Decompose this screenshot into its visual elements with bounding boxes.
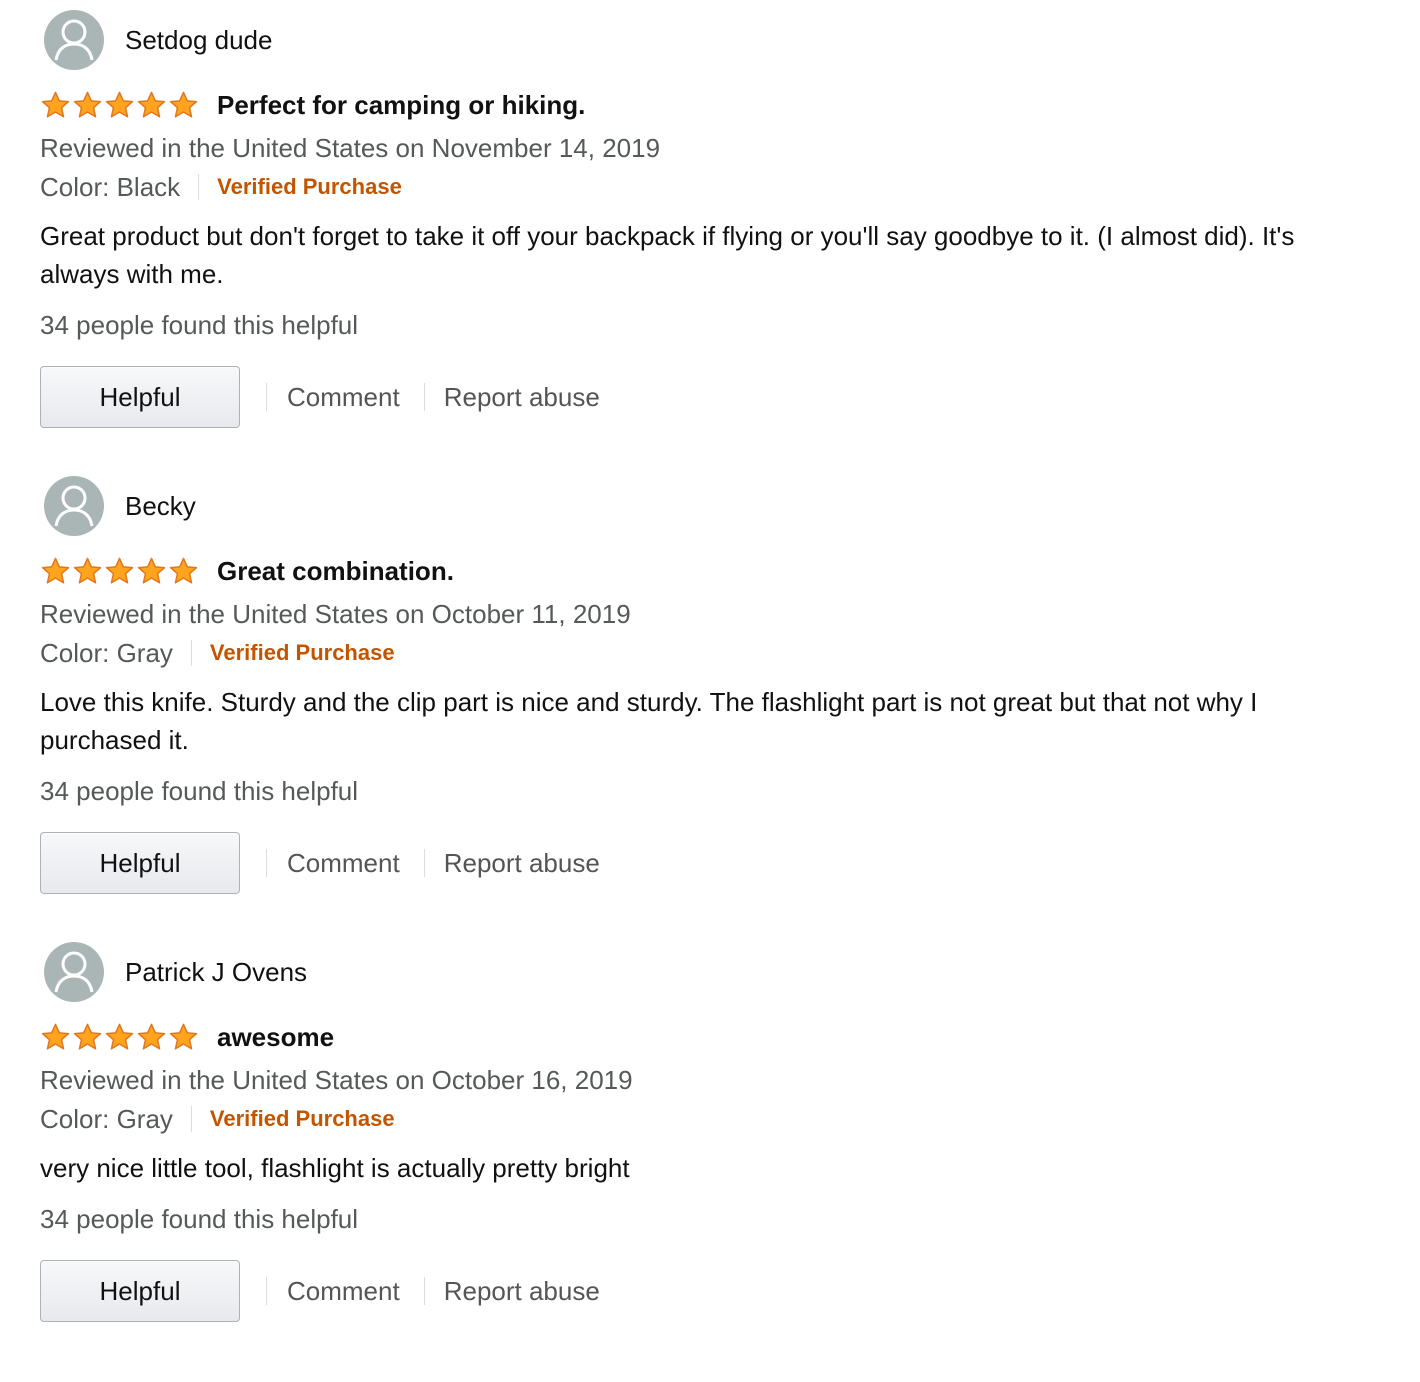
reviewer-name[interactable]: Becky — [125, 491, 196, 522]
rating-title-row: Perfect for camping or hiking. — [40, 88, 585, 122]
review-title[interactable]: awesome — [217, 1022, 334, 1053]
divider — [266, 1277, 267, 1305]
comment-link[interactable]: Comment — [287, 848, 400, 879]
star-icon — [41, 1023, 70, 1050]
reviews-list: Setdog dude Perfect for camping or hikin… — [0, 0, 1420, 1340]
review-body: very nice little tool, flashlight is act… — [40, 1153, 630, 1183]
reviewer-name[interactable]: Patrick J Ovens — [125, 957, 307, 988]
divider — [190, 1106, 192, 1132]
star-rating[interactable] — [40, 1022, 200, 1053]
review-actions: Helpful Comment Report abuse — [40, 366, 600, 428]
rating-title-row: Great combination. — [40, 554, 454, 588]
divider — [423, 1277, 425, 1305]
review-body: Love this knife. Sturdy and the clip par… — [40, 687, 1258, 755]
divider — [423, 849, 425, 877]
review: Setdog dude Perfect for camping or hikin… — [40, 10, 1380, 450]
helpful-button[interactable]: Helpful — [40, 366, 240, 428]
report-abuse-link[interactable]: Report abuse — [444, 848, 600, 879]
helpful-count: 34 people found this helpful — [40, 310, 359, 340]
report-abuse-link[interactable]: Report abuse — [444, 382, 600, 413]
product-format[interactable]: Color: Gray — [40, 638, 173, 669]
divider — [266, 849, 267, 877]
review-title[interactable]: Perfect for camping or hiking. — [217, 90, 585, 121]
divider — [198, 174, 200, 200]
avatar-icon — [44, 10, 104, 70]
avatar-icon — [44, 942, 104, 1002]
star-icon — [41, 557, 70, 584]
verified-purchase-badge[interactable]: Verified Purchase — [217, 174, 402, 200]
star-icon — [73, 91, 102, 118]
reviewer-name[interactable]: Setdog dude — [125, 25, 272, 56]
review-date: Reviewed in the United States on October… — [40, 1065, 633, 1095]
star-icon — [105, 1023, 134, 1050]
review-date: Reviewed in the United States on October… — [40, 599, 631, 629]
reviewer-profile[interactable]: Becky — [44, 476, 196, 536]
comment-link[interactable]: Comment — [287, 382, 400, 413]
helpful-count: 34 people found this helpful — [40, 776, 359, 806]
star-icon — [169, 1023, 198, 1050]
reviewer-profile[interactable]: Patrick J Ovens — [44, 942, 307, 1002]
star-icon — [105, 91, 134, 118]
review-body: Great product but don't forget to take i… — [40, 221, 1295, 289]
review-actions: Helpful Comment Report abuse — [40, 1260, 600, 1322]
star-icon — [41, 91, 70, 118]
star-icon — [169, 557, 198, 584]
divider — [266, 383, 267, 411]
product-format[interactable]: Color: Gray — [40, 1104, 173, 1135]
star-rating[interactable] — [40, 90, 200, 121]
verified-purchase-badge[interactable]: Verified Purchase — [210, 640, 395, 666]
star-icon — [169, 91, 198, 118]
review-actions: Helpful Comment Report abuse — [40, 832, 600, 894]
avatar-icon — [44, 476, 104, 536]
divider — [190, 640, 192, 666]
helpful-button[interactable]: Helpful — [40, 1260, 240, 1322]
product-format[interactable]: Color: Black — [40, 172, 180, 203]
divider — [423, 383, 425, 411]
star-icon — [137, 91, 166, 118]
star-icon — [73, 1023, 102, 1050]
format-row: Color: Gray Verified Purchase — [40, 635, 395, 671]
helpful-button[interactable]: Helpful — [40, 832, 240, 894]
review: Patrick J Ovens awesome Reviewed in the … — [40, 942, 1380, 1382]
verified-purchase-badge[interactable]: Verified Purchase — [210, 1106, 395, 1132]
star-icon — [105, 557, 134, 584]
review: Becky Great combination. Reviewed in the… — [40, 476, 1380, 916]
star-icon — [73, 557, 102, 584]
comment-link[interactable]: Comment — [287, 1276, 400, 1307]
star-icon — [137, 557, 166, 584]
star-icon — [137, 1023, 166, 1050]
format-row: Color: Black Verified Purchase — [40, 169, 402, 205]
review-title[interactable]: Great combination. — [217, 556, 454, 587]
rating-title-row: awesome — [40, 1020, 334, 1054]
reviewer-profile[interactable]: Setdog dude — [44, 10, 272, 70]
helpful-count: 34 people found this helpful — [40, 1204, 359, 1234]
report-abuse-link[interactable]: Report abuse — [444, 1276, 600, 1307]
review-date: Reviewed in the United States on Novembe… — [40, 133, 661, 163]
format-row: Color: Gray Verified Purchase — [40, 1101, 395, 1137]
star-rating[interactable] — [40, 556, 200, 587]
